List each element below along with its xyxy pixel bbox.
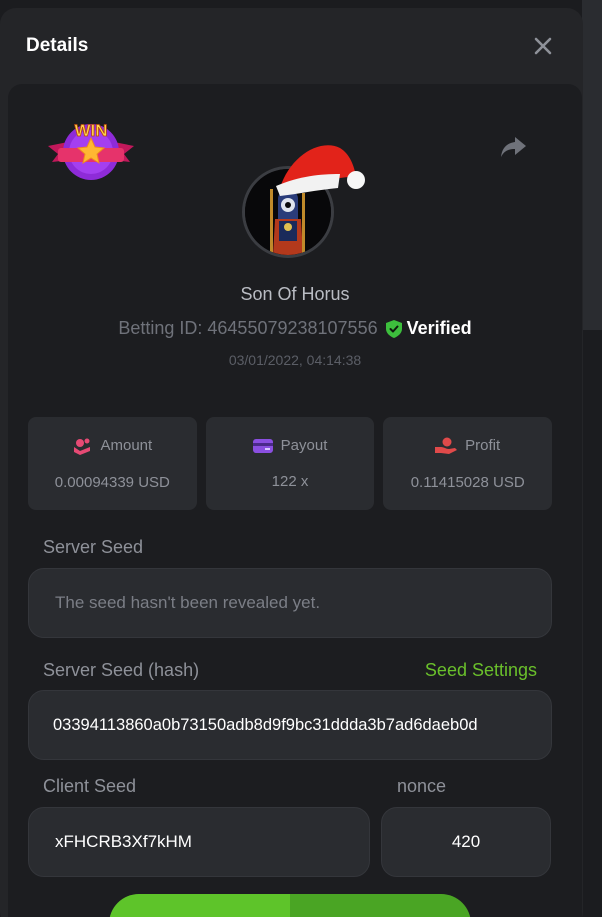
details-modal: Details WIN Son Of Horus Betting ID: 464… [0,8,583,917]
stat-label: Payout [280,437,328,454]
modal-title: Details [26,35,89,56]
stat-head: Amount [72,437,152,455]
win-badge-icon: WIN [48,121,134,180]
player-avatar-wrap [242,136,372,266]
close-icon [534,37,552,55]
stat-card-profit: Profit 0.11415028 USD [383,417,553,510]
server-seed-value: The seed hasn't been revealed yet. [55,593,321,612]
stat-card-amount: Amount 0.00094339 USD [28,417,197,510]
verified-label: Verified [406,318,472,338]
server-seed-label: Server Seed [43,537,144,557]
stat-label: Profit [465,437,501,454]
bet-timestamp: 03/01/2022, 04:14:38 [228,352,362,368]
verify-button[interactable] [109,894,471,917]
win-badge-label: WIN [74,121,107,140]
profit-hand-icon [435,437,458,454]
client-seed-value: xFHCRB3Xf7kHM [55,832,192,851]
stat-head: Payout [252,437,328,454]
wallet-icon [252,438,273,453]
backdrop [582,0,602,330]
client-seed-label: Client Seed [43,776,137,796]
nonce-label: nonce [397,776,447,796]
server-seed-hash-value: 03394113860a0b73150adb8d9f9bc31ddda3b7ad… [53,715,478,734]
stat-value: 122 x [271,473,309,490]
client-seed-field[interactable]: xFHCRB3Xf7kHM [28,807,370,877]
betting-id: Betting ID: 46455079238107556 [118,318,378,338]
stat-card-payout: Payout 122 x [205,417,375,510]
stat-label: Amount [100,437,153,454]
server-seed-field: The seed hasn't been revealed yet. [28,568,552,638]
server-seed-hash-label: Server Seed (hash) [43,660,200,680]
close-button[interactable] [531,34,555,58]
verified-badge: Verified [385,318,472,339]
amount-icon [74,438,91,455]
stat-value: 0.11415028 USD [410,473,525,491]
santa-hat-icon [276,145,365,196]
modal-header: Details [0,8,583,84]
betting-id-line: Betting ID: 46455079238107556 Verified [8,318,582,339]
player-name: Son Of Horus [240,284,350,304]
details-panel: WIN Son Of Horus Betting ID: 46455079238… [8,84,582,917]
share-button[interactable] [498,134,528,160]
seed-settings-link[interactable]: Seed Settings [425,660,537,681]
server-seed-hash-field[interactable]: 03394113860a0b73150adb8d9f9bc31ddda3b7ad… [28,690,552,760]
stat-head: Profit [435,437,500,455]
nonce-value: 420 [451,832,481,851]
shield-check-icon [385,319,402,338]
nonce-field[interactable]: 420 [381,807,551,877]
share-icon [501,137,526,157]
stats-row: Amount 0.00094339 USD Payout 122 x Profi… [28,417,553,510]
stat-value: 0.00094339 USD [54,473,170,491]
